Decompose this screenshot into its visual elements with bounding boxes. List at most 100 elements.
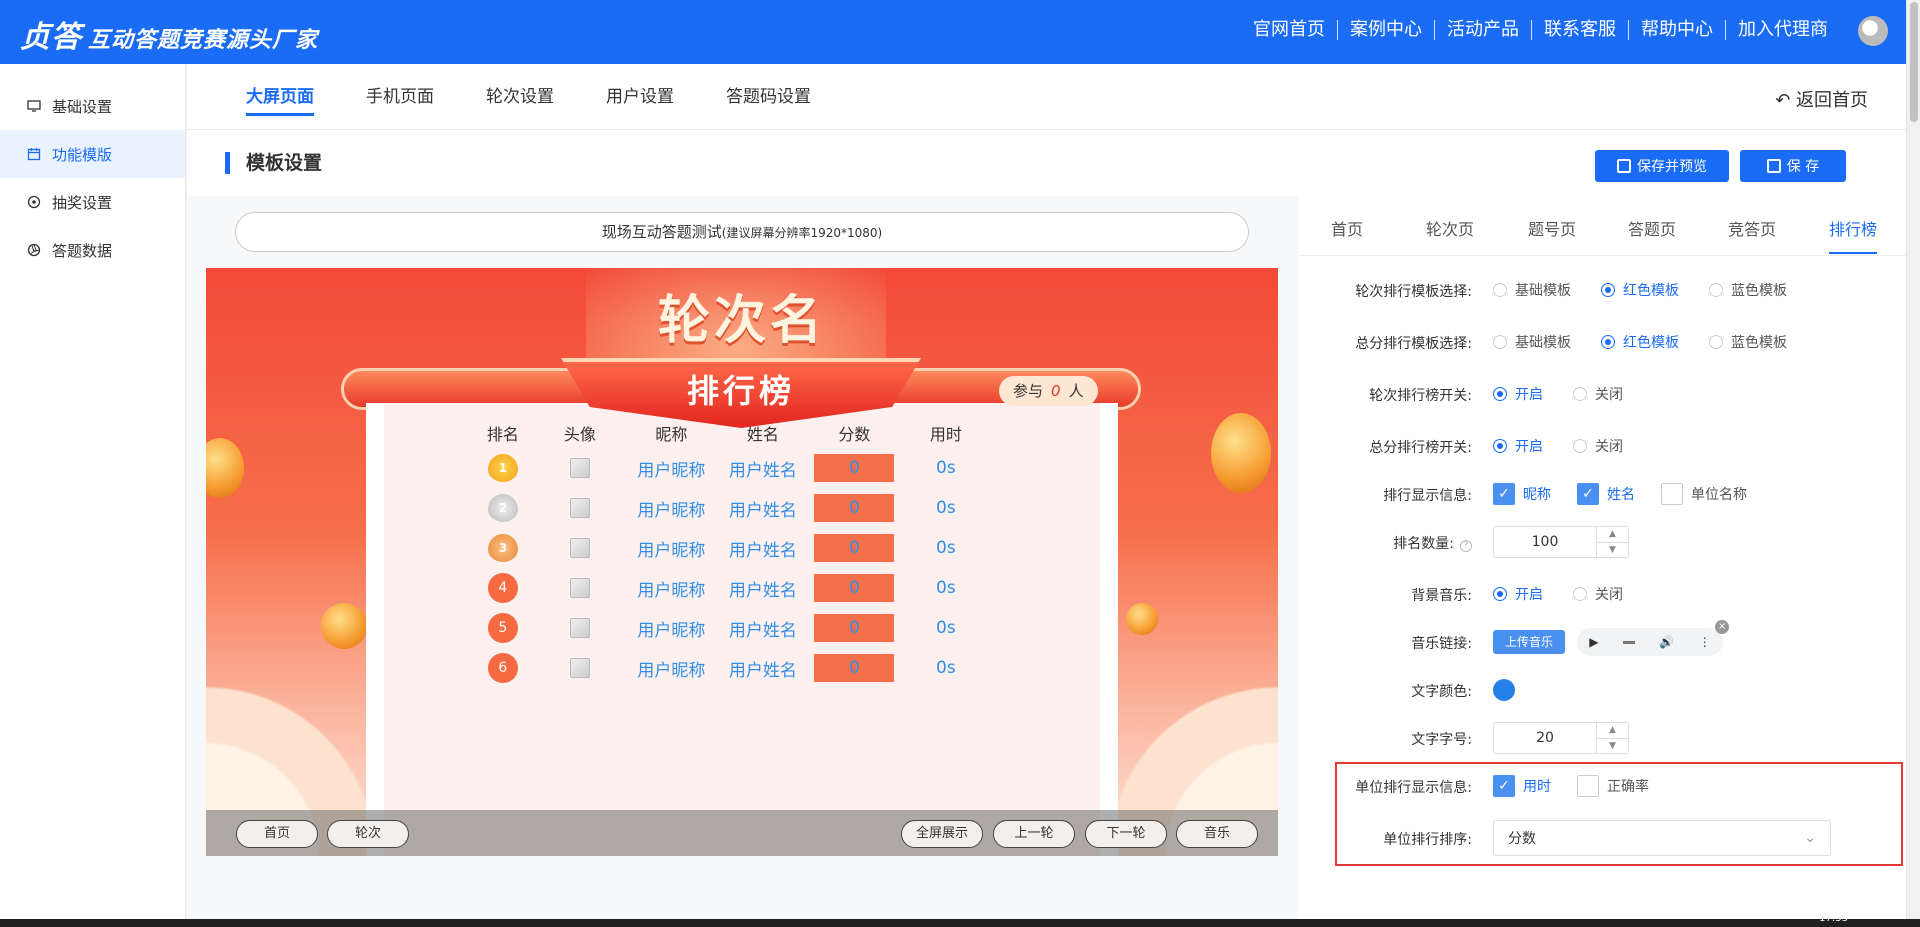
previous-round-button[interactable]: 上一轮 bbox=[993, 820, 1075, 848]
save-button[interactable]: 保 存 bbox=[1740, 150, 1846, 182]
display-info-row: 排行显示信息: ✓ 昵称 ✓ 姓名 单位名称 bbox=[1299, 474, 1919, 514]
user-avatar[interactable] bbox=[1858, 16, 1888, 46]
round-switch-on-radio[interactable]: 开启 bbox=[1493, 384, 1543, 404]
total-switch-off-radio[interactable]: 关闭 bbox=[1573, 436, 1623, 456]
round-template-red-radio[interactable]: 红色模板 bbox=[1601, 280, 1679, 300]
nickname-checkbox[interactable]: ✓ 昵称 bbox=[1493, 483, 1551, 505]
bg-music-row: 背景音乐: 开启 关闭 bbox=[1299, 574, 1919, 614]
back-home-link[interactable]: ↶ 返回首页 bbox=[1775, 86, 1868, 112]
scrollbar-thumb[interactable] bbox=[1910, 2, 1918, 122]
total-switch-on-radio[interactable]: 开启 bbox=[1493, 436, 1543, 456]
nav-cases[interactable]: 案例中心 bbox=[1338, 20, 1435, 40]
total-template-blue-radio[interactable]: 蓝色模板 bbox=[1709, 332, 1787, 352]
rank-badge: 4 bbox=[487, 573, 518, 603]
tab-rounds[interactable]: 轮次设置 bbox=[486, 82, 554, 113]
nav-customer-service[interactable]: 联系客服 bbox=[1532, 20, 1629, 40]
audio-player: ▶ 🔊 ⋮ × bbox=[1577, 620, 1730, 656]
upload-music-button[interactable]: 上传音乐 bbox=[1493, 630, 1566, 654]
bg-music-on-radio[interactable]: 开启 bbox=[1493, 584, 1543, 604]
total-template-red-radio[interactable]: 红色模板 bbox=[1601, 332, 1679, 352]
decrement-icon[interactable]: ▼ bbox=[1597, 543, 1628, 558]
sidebar-item-function-templates[interactable]: 功能模版 bbox=[0, 130, 185, 178]
help-icon[interactable]: ? bbox=[1460, 540, 1472, 552]
fullscreen-button[interactable]: 全屏展示 bbox=[901, 820, 983, 848]
next-round-button[interactable]: 下一轮 bbox=[1085, 820, 1167, 848]
save-preview-button[interactable]: 保存并预览 bbox=[1595, 150, 1729, 182]
rank-count-label: 排名数量:? bbox=[1393, 533, 1472, 553]
bg-music-off-radio[interactable]: 关闭 bbox=[1573, 584, 1623, 604]
tab-answer-page[interactable]: 答题页 bbox=[1628, 216, 1676, 252]
sidebar-item-answer-data[interactable]: 答题数据 bbox=[0, 226, 185, 274]
sidebar-item-basic-settings[interactable]: 基础设置 bbox=[0, 82, 185, 130]
row-name: 用户姓名 bbox=[728, 500, 797, 521]
table-row: 1 用户昵称 用户姓名 0 0s bbox=[474, 448, 994, 488]
avatar-image bbox=[569, 658, 590, 678]
tab-round-page[interactable]: 轮次页 bbox=[1426, 216, 1474, 252]
nav-products[interactable]: 活动产品 bbox=[1435, 20, 1532, 40]
tab-big-screen[interactable]: 大屏页面 bbox=[246, 82, 314, 116]
total-switch-label: 总分排行榜开关: bbox=[1369, 440, 1472, 456]
total-template-basic-radio[interactable]: 基础模板 bbox=[1493, 332, 1571, 352]
round-template-blue-radio[interactable]: 蓝色模板 bbox=[1709, 280, 1787, 300]
page-tabs: 大屏页面 手机页面 轮次设置 用户设置 答题码设置 ↶ 返回首页 bbox=[187, 64, 1920, 130]
rank-count-stepper[interactable]: 100 ▲ ▼ bbox=[1493, 526, 1629, 558]
page-scrollbar[interactable] bbox=[1906, 0, 1920, 927]
home-page-button[interactable]: 首页 bbox=[236, 820, 318, 848]
text-color-row: 文字颜色: bbox=[1299, 670, 1919, 710]
row-nickname: 用户昵称 bbox=[637, 660, 706, 681]
settings-tabs: 首页 轮次页 题号页 答题页 竞答页 排行榜 bbox=[1299, 196, 1920, 256]
save-icon bbox=[1617, 159, 1631, 173]
highlight-box bbox=[1335, 762, 1903, 866]
top-nav: 官网首页 案例中心 活动产品 联系客服 帮助中心 加入代理商 bbox=[1241, 20, 1840, 40]
row-score: 0 bbox=[814, 654, 895, 682]
play-icon[interactable]: ▶ bbox=[1589, 635, 1598, 649]
total-switch-row: 总分排行榜开关: 开启 关闭 bbox=[1299, 426, 1919, 466]
section-title: 模板设置 bbox=[225, 152, 322, 174]
nav-official-home[interactable]: 官网首页 bbox=[1241, 20, 1338, 40]
row-time: 0s bbox=[936, 498, 956, 518]
row-score: 0 bbox=[814, 614, 895, 642]
tab-quick-answer-page[interactable]: 竞答页 bbox=[1728, 216, 1776, 252]
round-template-basic-radio[interactable]: 基础模板 bbox=[1493, 280, 1571, 300]
tab-answer-code[interactable]: 答题码设置 bbox=[726, 82, 811, 113]
silver-medal-icon: 2 bbox=[487, 494, 518, 522]
music-link-row: 音乐链接: 上传音乐 ▶ 🔊 ⋮ × bbox=[1299, 620, 1919, 662]
round-switch-off-radio[interactable]: 关闭 bbox=[1573, 384, 1623, 404]
more-options-icon[interactable]: ⋮ bbox=[1699, 635, 1711, 649]
increment-icon[interactable]: ▲ bbox=[1597, 723, 1628, 739]
increment-icon[interactable]: ▲ bbox=[1597, 527, 1628, 543]
header-time: 用时 bbox=[929, 425, 962, 444]
coin-decoration bbox=[1211, 413, 1271, 493]
tab-mobile[interactable]: 手机页面 bbox=[366, 82, 434, 113]
color-picker-swatch[interactable] bbox=[1493, 679, 1515, 701]
volume-icon[interactable]: 🔊 bbox=[1659, 635, 1674, 649]
rank-badge: 5 bbox=[487, 613, 518, 643]
tab-ranking[interactable]: 排行榜 bbox=[1829, 216, 1878, 254]
tab-users[interactable]: 用户设置 bbox=[606, 82, 674, 113]
stepper-value[interactable]: 100 bbox=[1494, 527, 1596, 557]
font-size-stepper[interactable]: 20 ▲ ▼ bbox=[1493, 722, 1629, 754]
aperture-icon bbox=[26, 242, 42, 258]
name-checkbox[interactable]: ✓ 姓名 bbox=[1577, 483, 1635, 505]
coin-decoration bbox=[206, 438, 244, 498]
progress-track[interactable] bbox=[1622, 640, 1635, 644]
ranking-header: 排名 头像 昵称 姓名 分数 用时 bbox=[474, 418, 994, 448]
row-score: 0 bbox=[814, 534, 895, 562]
round-button[interactable]: 轮次 bbox=[327, 820, 409, 848]
participants-suffix: 人 bbox=[1068, 382, 1084, 400]
music-button[interactable]: 音乐 bbox=[1176, 820, 1258, 848]
tab-question-number-page[interactable]: 题号页 bbox=[1528, 216, 1576, 252]
nav-join-agent[interactable]: 加入代理商 bbox=[1726, 20, 1840, 40]
tab-home-page[interactable]: 首页 bbox=[1331, 216, 1363, 252]
nav-help-center[interactable]: 帮助中心 bbox=[1629, 20, 1726, 40]
row-score: 0 bbox=[814, 494, 895, 522]
remove-audio-icon[interactable]: × bbox=[1715, 620, 1730, 634]
table-row: 6 用户昵称 用户姓名 0 0s bbox=[474, 648, 994, 688]
sidebar-item-lottery-settings[interactable]: 抽奖设置 bbox=[0, 178, 185, 226]
decrement-icon[interactable]: ▼ bbox=[1597, 739, 1628, 754]
unit-name-checkbox[interactable]: 单位名称 bbox=[1661, 483, 1747, 505]
screen-title-bar[interactable]: 现场互动答题测试(建议屏幕分辨率1920*1080) bbox=[235, 212, 1249, 252]
brand-logo[interactable]: 贞答 互动答题竞赛源头厂家 bbox=[20, 12, 318, 56]
avatar-image bbox=[569, 578, 590, 598]
stepper-value[interactable]: 20 bbox=[1494, 723, 1596, 753]
